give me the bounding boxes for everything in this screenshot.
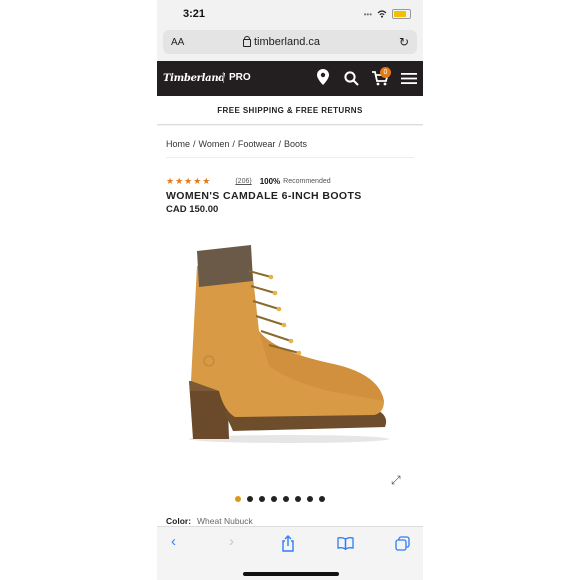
breadcrumb: Home / Women / Footwear / Boots (166, 139, 307, 149)
carousel-dot[interactable] (295, 496, 301, 502)
divider (166, 157, 414, 158)
signal-icon: ••• (363, 9, 372, 19)
carousel-dot[interactable] (247, 496, 253, 502)
carousel-dot[interactable] (271, 496, 277, 502)
color-selection: Color: Wheat Nubuck (166, 516, 253, 526)
share-icon[interactable] (281, 535, 295, 552)
url-text: timberland.ca (254, 36, 321, 48)
url-field[interactable]: timberland.ca (243, 36, 320, 48)
breadcrumb-boots[interactable]: Boots (284, 139, 307, 149)
breadcrumb-separator: / (193, 139, 196, 149)
status-icons: ••• (364, 9, 411, 19)
lock-icon (243, 36, 251, 47)
product-content: Home / Women / Footwear / Boots ★★★★★ (2… (157, 126, 423, 526)
reload-icon[interactable]: ↻ (399, 35, 409, 49)
breadcrumb-women[interactable]: Women (199, 139, 230, 149)
home-indicator (243, 572, 339, 576)
rating-row: ★★★★★ (206) 100% Recommended (166, 176, 331, 187)
pro-logo[interactable]: PRO (223, 72, 251, 83)
menu-icon[interactable] (401, 73, 417, 84)
location-pin-icon[interactable] (317, 69, 329, 85)
carousel-dot[interactable] (259, 496, 265, 502)
carousel-dot[interactable] (235, 496, 241, 502)
status-time: 3:21 (183, 8, 206, 20)
phone-screen: 3:21 ••• AA timberland.ca ↻ Timberland P… (157, 0, 423, 580)
star-rating-icon: ★★★★★ (166, 176, 212, 186)
breadcrumb-separator: / (278, 139, 281, 149)
carousel-dot[interactable] (283, 496, 289, 502)
timberland-logo[interactable]: Timberland (163, 73, 225, 84)
wifi-icon (377, 10, 387, 18)
color-label: Color: (166, 516, 192, 526)
promo-banner: FREE SHIPPING & FREE RETURNS (157, 96, 423, 125)
battery-icon (392, 9, 411, 19)
breadcrumb-separator: / (232, 139, 235, 149)
image-carousel-dots (235, 496, 325, 502)
address-bar[interactable]: AA timberland.ca ↻ (163, 30, 417, 54)
forward-button[interactable]: › (229, 533, 234, 550)
color-value: Wheat Nubuck (197, 516, 253, 526)
recommended-percent: 100% (259, 177, 281, 186)
back-button[interactable]: ‹ (171, 533, 176, 550)
expand-icon[interactable]: ⤢ (391, 473, 401, 488)
breadcrumb-footwear[interactable]: Footwear (238, 139, 276, 149)
product-title: WOMEN'S CAMDALE 6-INCH BOOTS (166, 190, 362, 202)
search-icon[interactable] (344, 71, 359, 86)
carousel-dot[interactable] (307, 496, 313, 502)
cart-count-badge: 0 (380, 67, 391, 78)
product-image[interactable] (179, 241, 409, 461)
reader-text-size-button[interactable]: AA (171, 37, 184, 48)
status-bar: 3:21 ••• (157, 0, 423, 28)
breadcrumb-home[interactable]: Home (166, 139, 190, 149)
review-count-link[interactable]: (206) (235, 178, 251, 185)
product-price: CAD 150.00 (166, 204, 219, 215)
tabs-icon[interactable] (395, 536, 410, 551)
carousel-dot[interactable] (319, 496, 325, 502)
recommended-label: Recommended (283, 178, 331, 185)
bookmarks-icon[interactable] (337, 537, 354, 550)
